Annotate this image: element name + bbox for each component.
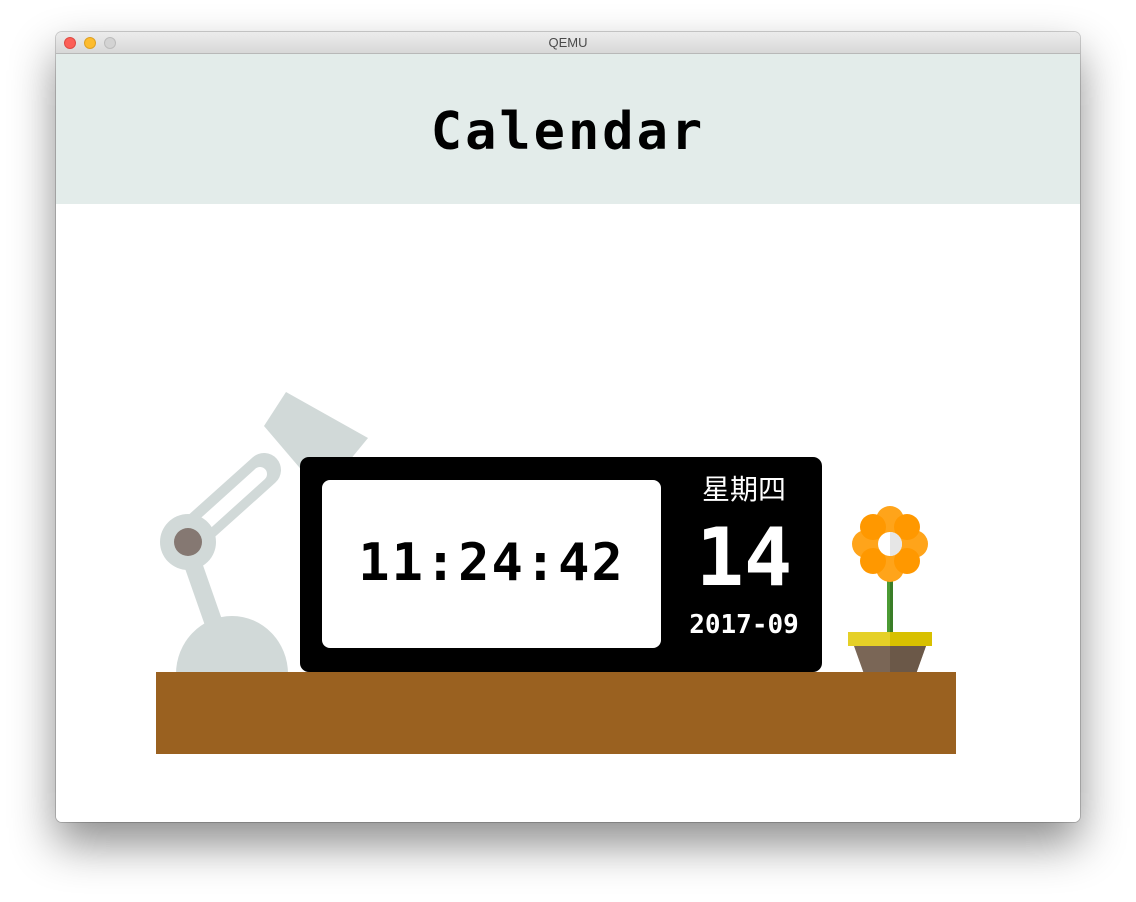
clock-panel: 11:24:42 星期四 14 2017-09 <box>300 457 822 672</box>
window-title: QEMU <box>548 35 588 50</box>
year-month-label: 2017-09 <box>689 610 799 640</box>
page-title: Calendar <box>430 102 706 162</box>
flower-pot-icon <box>844 506 934 674</box>
weekday-label: 星期四 <box>701 473 786 506</box>
time-display: 11:24:42 <box>322 480 661 648</box>
app-content: Calendar 11:24:42 星期四 14 2017-09 <box>56 54 1080 822</box>
window-titlebar[interactable]: QEMU <box>56 32 1080 54</box>
app-window: QEMU Calendar 11:24:42 星期四 14 2017-09 <box>56 32 1080 822</box>
day-number: 14 <box>695 511 793 604</box>
desk <box>156 672 956 754</box>
current-time: 11:24:42 <box>358 533 625 593</box>
app-header: Calendar <box>56 54 1080 204</box>
